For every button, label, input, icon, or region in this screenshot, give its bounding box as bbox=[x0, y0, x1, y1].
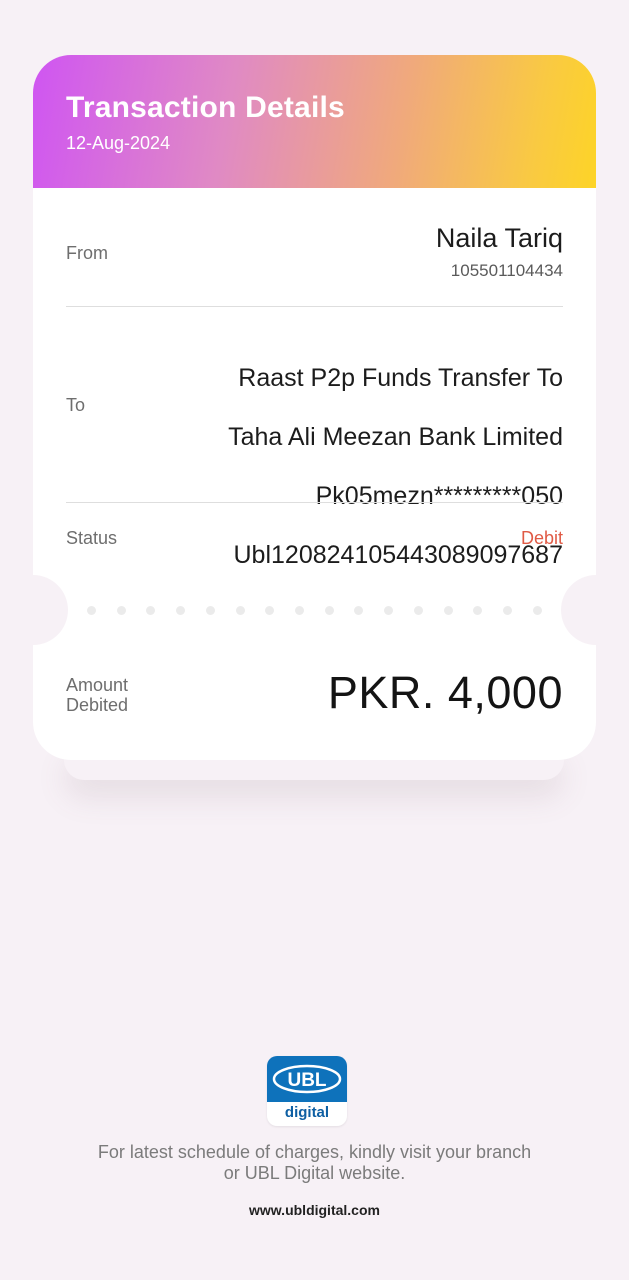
divider bbox=[66, 502, 563, 503]
status-label: Status bbox=[66, 528, 118, 548]
from-label: From bbox=[66, 243, 108, 263]
recipient-details: Raast P2p Funds Transfer To Taha Ali Mee… bbox=[133, 334, 563, 600]
status-value: Debit bbox=[520, 528, 563, 548]
recipient-line: Raast P2p Funds Transfer To bbox=[238, 363, 563, 392]
sender-account-number: 105501104434 bbox=[450, 261, 563, 280]
amount-label: Amount Debited bbox=[66, 675, 129, 715]
charges-note: For latest schedule of charges, kindly v… bbox=[97, 1142, 532, 1183]
to-label: To bbox=[66, 395, 86, 415]
recipient-line: Ubl120824105443089097687 bbox=[233, 540, 564, 569]
page-title: Transaction Details bbox=[66, 91, 345, 124]
website-link[interactable]: www.ubldigital.com bbox=[0, 1202, 629, 1218]
recipient-line: Pk05mezn*********050 bbox=[315, 481, 563, 510]
ticket-notch-right bbox=[561, 575, 596, 645]
transaction-date: 12-Aug-2024 bbox=[66, 133, 171, 153]
perforation-dots bbox=[87, 605, 542, 615]
receipt-screen: Transaction Details 12-Aug-2024 From Nai… bbox=[0, 0, 629, 1280]
ubl-digital-logo: UBL digital bbox=[267, 1056, 347, 1126]
card-header: Transaction Details 12-Aug-2024 bbox=[33, 55, 596, 188]
ubl-logo-icon: UBL bbox=[272, 1064, 342, 1094]
transaction-card: Transaction Details 12-Aug-2024 From Nai… bbox=[33, 55, 596, 760]
divider bbox=[66, 306, 563, 307]
recipient-line: Taha Ali Meezan Bank Limited bbox=[228, 422, 563, 451]
logo-wordmark: UBL bbox=[287, 1070, 326, 1091]
amount-value: PKR. 4,000 bbox=[327, 667, 563, 718]
sender-name: Naila Tariq bbox=[435, 223, 563, 253]
logo-subtext: digital bbox=[284, 1104, 330, 1121]
ticket-notch-left bbox=[33, 575, 68, 645]
